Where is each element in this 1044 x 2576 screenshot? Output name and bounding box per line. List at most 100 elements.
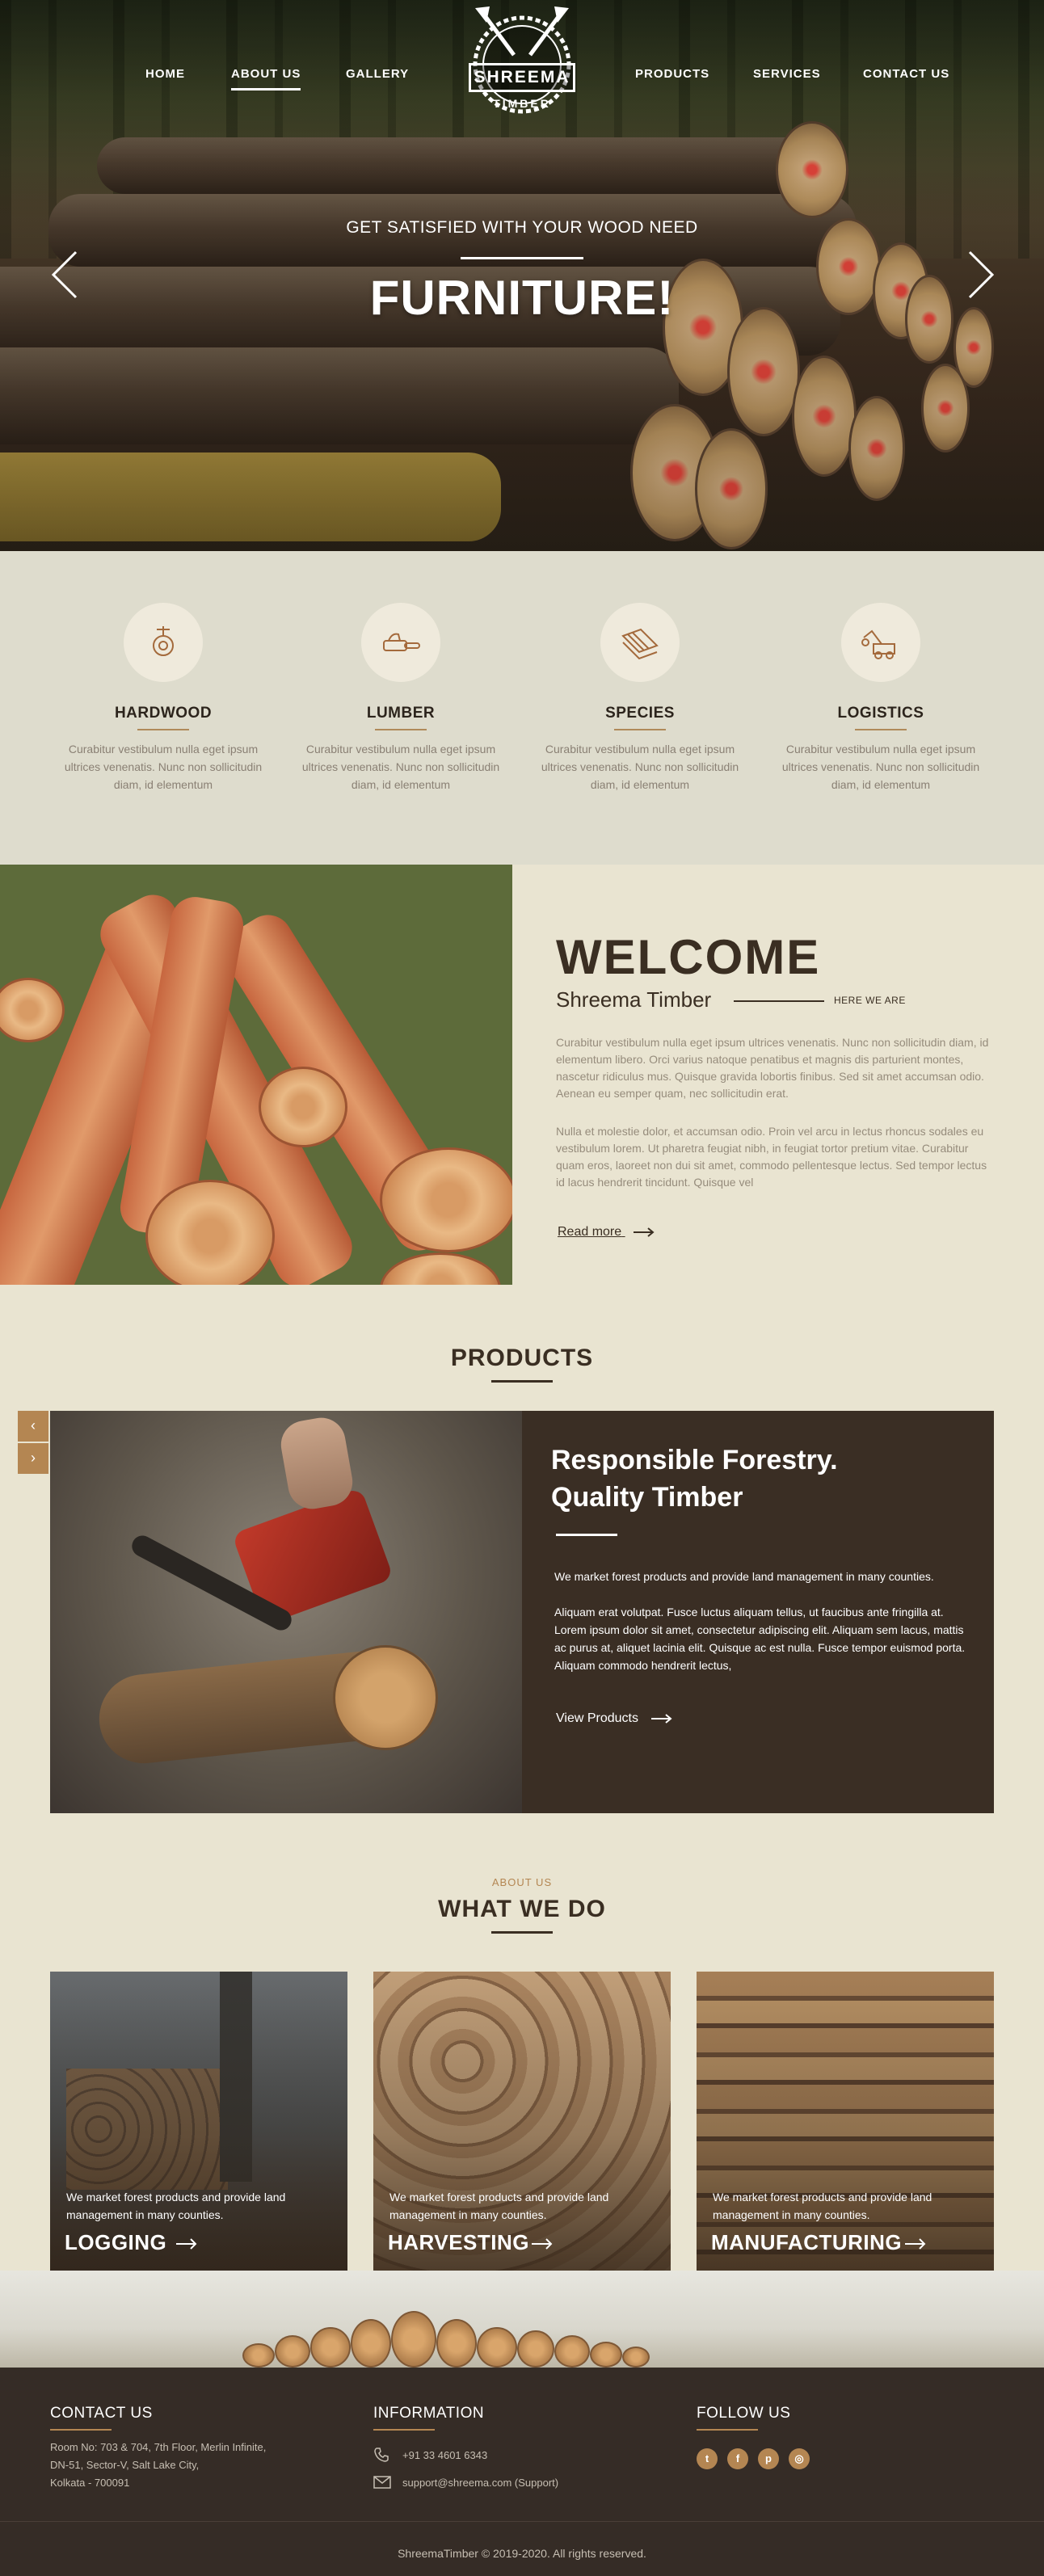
mail-icon	[373, 2476, 391, 2489]
feature-title: LOGISTICS	[837, 705, 924, 722]
address-line: Room No: 703 & 704, 7th Floor, Merlin In…	[50, 2441, 267, 2453]
feature-icon-circle	[361, 603, 440, 682]
footer-email[interactable]: support@shreema.com (Support)	[402, 2474, 558, 2492]
feature-title: HARDWOOD	[114, 705, 213, 722]
logo-name: SHREEMA	[469, 63, 575, 92]
footer-underline	[373, 2429, 435, 2431]
hero-title: FURNITURE!	[369, 271, 675, 325]
hardwood-icon	[153, 626, 174, 656]
phone-icon	[374, 2448, 389, 2462]
welcome-subtitle: Shreema Timber	[556, 987, 712, 1012]
feature-text: Curabitur vestibulum nulla eget ipsum ul…	[64, 743, 263, 791]
facebook-icon[interactable]: f	[727, 2448, 748, 2469]
instagram-icon[interactable]: ◎	[789, 2448, 810, 2469]
log-end	[436, 2319, 477, 2368]
site-logo[interactable]: SHREEMA TIMBER	[454, 5, 590, 123]
card-overlay	[50, 1972, 347, 2271]
feature-title: SPECIES	[605, 705, 675, 722]
card-text: We market forest products and provide la…	[713, 2191, 932, 2221]
footer-phone[interactable]: +91 33 4601 6343	[402, 2447, 487, 2464]
card-overlay	[373, 1972, 671, 2271]
products-paragraph: Aliquam erat volutpat. Fusce luctus aliq…	[554, 1606, 966, 1672]
log-end	[554, 2335, 590, 2368]
feature-title: LUMBER	[366, 705, 436, 722]
chainsaw-image	[50, 1411, 522, 1813]
arrow-right-icon	[633, 1227, 655, 1237]
footer-info-title: INFORMATION	[373, 2405, 485, 2422]
what-we-do-underline	[491, 1931, 553, 1934]
hand-image	[277, 1413, 356, 1513]
log-end	[310, 2327, 351, 2368]
twitter-icon[interactable]: t	[697, 2448, 718, 2469]
welcome-image	[0, 865, 512, 1285]
products-panel: Responsible Forestry. Quality Timber We …	[522, 1411, 994, 1813]
feature-logistics: LOGISTICS Curabitur vestibulum nulla ege…	[776, 603, 986, 793]
hero-subtitle: GET SATISFIED WITH YOUR WOOD NEED	[346, 218, 698, 237]
pinterest-icon[interactable]: p	[758, 2448, 779, 2469]
feature-text: Curabitur vestibulum nulla eget ipsum ul…	[301, 743, 500, 791]
welcome-paragraph: Nulla et molestie dolor, et accumsan odi…	[556, 1125, 987, 1189]
footer-address: Room No: 703 & 704, 7th Floor, Merlin In…	[50, 2439, 266, 2492]
next-button[interactable]: ›	[18, 1443, 48, 1474]
chainsaw-icon	[383, 633, 420, 651]
footer-contact-title: CONTACT US	[50, 2405, 153, 2422]
chevron-left-icon[interactable]	[50, 250, 82, 299]
log-end	[242, 2343, 275, 2368]
nav-about[interactable]: ABOUT US	[231, 67, 301, 90]
view-products-label: View Products	[556, 1711, 638, 1725]
feature-underline	[614, 729, 666, 730]
log-end	[380, 1252, 501, 1285]
log-end	[259, 1067, 347, 1147]
log-end	[590, 2342, 622, 2368]
hero-divider	[461, 257, 583, 259]
products-heading-line2: Quality Timber	[551, 1482, 743, 1513]
read-more-label: Read more	[558, 1225, 622, 1239]
prev-button[interactable]: ‹	[18, 1411, 48, 1442]
logo-sub: TIMBER	[493, 97, 551, 110]
log-end	[622, 2347, 650, 2368]
log-pile-background	[0, 2271, 1044, 2368]
products-heading-line1: Responsible Forestry.	[551, 1445, 838, 1475]
site-footer: CONTACT US Room No: 703 & 704, 7th Floor…	[0, 2368, 1044, 2576]
footer-underline	[697, 2429, 758, 2431]
view-products-link[interactable]: View Products	[556, 1711, 672, 1726]
products-paragraph: We market forest products and provide la…	[554, 1570, 934, 1583]
chevron-right-icon[interactable]	[963, 250, 996, 299]
feature-icon-circle	[841, 603, 920, 682]
card-title: MANUFACTURING	[711, 2230, 903, 2254]
log-end	[275, 2335, 310, 2368]
products-divider	[556, 1534, 617, 1536]
log-end	[380, 1147, 512, 1252]
card-manufacturing[interactable]: We market forest products and provide la…	[697, 1972, 994, 2271]
what-we-do-title: WHAT WE DO	[438, 1896, 606, 1922]
nav-gallery[interactable]: GALLERY	[346, 67, 409, 81]
welcome-title: WELCOME	[556, 930, 821, 984]
products-underline	[491, 1380, 553, 1383]
read-more-link[interactable]: Read more	[558, 1225, 655, 1240]
log-end	[517, 2330, 554, 2368]
hero-banner: HOME ABOUT US GALLERY PRODUCTS SERVICES …	[0, 0, 1044, 551]
card-text: We market forest products and provide la…	[66, 2191, 286, 2221]
feature-underline	[137, 729, 189, 730]
card-harvesting[interactable]: We market forest products and provide la…	[373, 1972, 671, 2271]
nav-products[interactable]: PRODUCTS	[635, 67, 709, 81]
arrow-right-icon	[651, 1713, 672, 1724]
address-line: DN-51, Sector-V, Salt Lake City,	[50, 2459, 200, 2471]
feature-species: SPECIES Curabitur vestibulum nulla eget …	[535, 603, 745, 793]
card-logging[interactable]: We market forest products and provide la…	[50, 1972, 347, 2271]
arrow-right-icon	[532, 2238, 553, 2250]
nav-home[interactable]: HOME	[145, 67, 185, 81]
copyright: ShreemaTimber © 2019-2020. All rights re…	[398, 2547, 646, 2560]
feature-underline	[375, 729, 427, 730]
footer-follow-title: FOLLOW US	[697, 2405, 791, 2422]
nav-services[interactable]: SERVICES	[753, 67, 821, 81]
products-heading: Responsible Forestry. Quality Timber	[551, 1442, 838, 1516]
log-end	[145, 1180, 275, 1285]
feature-icon-circle	[124, 603, 203, 682]
card-title: HARVESTING	[388, 2230, 529, 2254]
nav-contact[interactable]: CONTACT US	[863, 67, 949, 81]
log-end	[391, 2311, 436, 2368]
feature-lumber: LUMBER Curabitur vestibulum nulla eget i…	[296, 603, 506, 793]
welcome-divider	[734, 1000, 824, 1002]
feature-hardwood: HARDWOOD Curabitur vestibulum nulla eget…	[58, 603, 268, 793]
